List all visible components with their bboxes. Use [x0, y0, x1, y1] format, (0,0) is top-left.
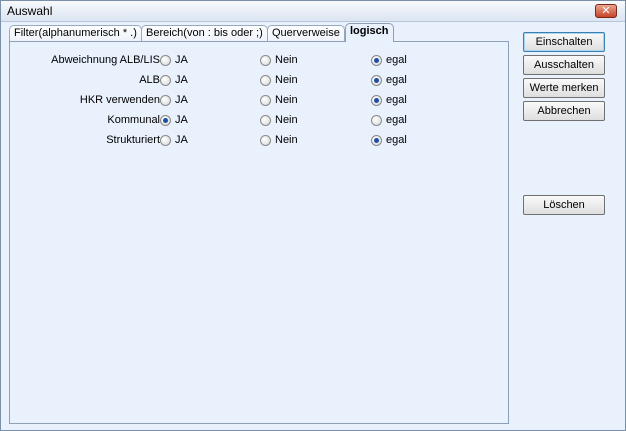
logic-row: Abweichnung ALB/LIS JA Nein egal: [10, 52, 510, 70]
radio-button[interactable]: [260, 55, 271, 66]
tab-bereich[interactable]: Bereich(von : bis oder ;): [141, 25, 268, 41]
radio-label: egal: [386, 54, 407, 66]
radio-button[interactable]: [160, 135, 171, 146]
radio-dot: [374, 58, 379, 63]
radio-label: JA: [175, 94, 188, 106]
loeschen-button[interactable]: Löschen: [523, 195, 605, 215]
radio-label: egal: [386, 74, 407, 86]
radio-label: JA: [175, 54, 188, 66]
row-label: ALB: [139, 74, 160, 86]
radio-label: egal: [386, 114, 407, 126]
ausschalten-button[interactable]: Ausschalten: [523, 55, 605, 75]
tab-logisch[interactable]: logisch: [345, 23, 394, 42]
radio-button[interactable]: [160, 115, 171, 126]
radio-button[interactable]: [160, 75, 171, 86]
radio-button[interactable]: [371, 135, 382, 146]
radio-dot: [374, 98, 379, 103]
radio-button[interactable]: [260, 75, 271, 86]
einschalten-button[interactable]: Einschalten: [523, 32, 605, 52]
radio-button[interactable]: [260, 135, 271, 146]
radio-button[interactable]: [371, 115, 382, 126]
radio-label: JA: [175, 134, 188, 146]
row-label: HKR verwenden: [79, 94, 160, 106]
row-label: Kommunal: [107, 114, 160, 126]
radio-label: egal: [386, 134, 407, 146]
radio-dot: [374, 78, 379, 83]
radio-label: Nein: [275, 74, 298, 86]
logic-row: ALB JA Nein egal: [10, 72, 510, 90]
close-button[interactable]: ✕: [595, 4, 617, 18]
tab-panel-logisch: Abweichnung ALB/LIS JA Nein egal ALB JA Nein eg…: [9, 41, 509, 424]
radio-button[interactable]: [260, 115, 271, 126]
radio-label: JA: [175, 74, 188, 86]
abbrechen-button[interactable]: Abbrechen: [523, 101, 605, 121]
radio-dot: [163, 118, 168, 123]
row-label: Strukturiert: [106, 134, 160, 146]
radio-label: Nein: [275, 114, 298, 126]
row-label: Abweichnung ALB/LIS: [51, 54, 160, 66]
window-title: Auswahl: [7, 4, 53, 18]
radio-label: JA: [175, 114, 188, 126]
radio-label: Nein: [275, 94, 298, 106]
radio-button[interactable]: [371, 95, 382, 106]
radio-label: Nein: [275, 134, 298, 146]
tab-filter[interactable]: Filter(alphanumerisch * .): [9, 25, 142, 41]
radio-button[interactable]: [371, 55, 382, 66]
werte-merken-button[interactable]: Werte merken: [523, 78, 605, 98]
logic-row: Strukturiert JA Nein egal: [10, 132, 510, 150]
logic-row: Kommunal JA Nein egal: [10, 112, 510, 130]
radio-label: Nein: [275, 54, 298, 66]
title-bar[interactable]: Auswahl ✕: [1, 1, 625, 22]
radio-dot: [374, 138, 379, 143]
close-icon: ✕: [601, 5, 611, 17]
radio-button[interactable]: [160, 55, 171, 66]
tab-strip: Filter(alphanumerisch * .) Bereich(von :…: [9, 23, 509, 42]
tab-querverweise[interactable]: Querverweise: [267, 25, 345, 41]
auswahl-dialog: Auswahl ✕ Filter(alphanumerisch * .) Ber…: [0, 0, 626, 431]
radio-button[interactable]: [160, 95, 171, 106]
radio-button[interactable]: [371, 75, 382, 86]
radio-button[interactable]: [260, 95, 271, 106]
radio-label: egal: [386, 94, 407, 106]
logic-row: HKR verwenden JA Nein egal: [10, 92, 510, 110]
